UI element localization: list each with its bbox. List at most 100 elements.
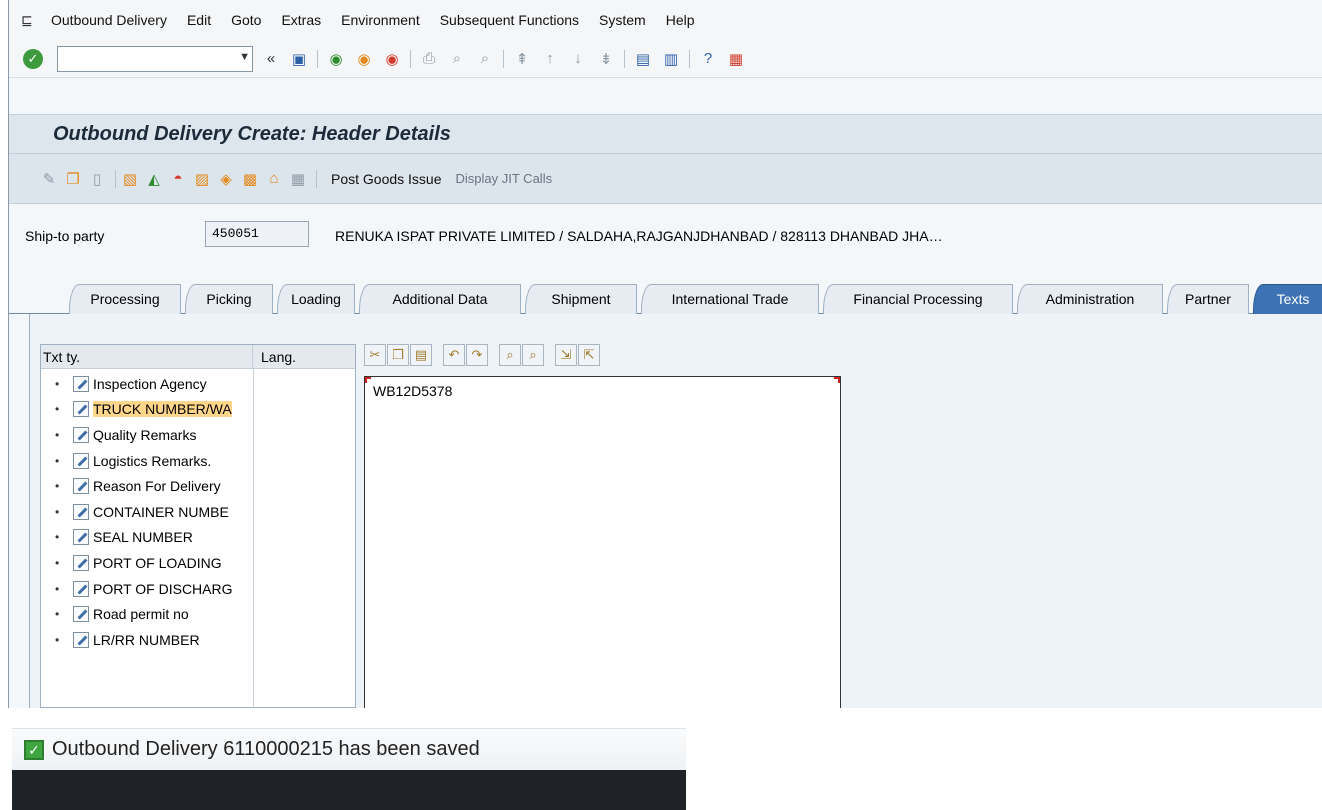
menu-bar: ⊑ Outbound Delivery Edit Goto Extras Env… <box>9 0 1322 40</box>
toolbar-separator <box>316 169 317 188</box>
find-icon[interactable]: ⌕ <box>447 49 467 69</box>
cut-icon[interactable]: ✂ <box>364 344 386 366</box>
enter-icon[interactable]: ✓ <box>23 48 43 69</box>
column-divider <box>253 369 254 708</box>
tab-processing[interactable]: Processing <box>69 284 181 314</box>
tree-bullet-icon: • <box>55 453 60 468</box>
undo-icon[interactable]: ↶ <box>443 344 465 366</box>
post-goods-issue-button[interactable]: Post Goods Issue <box>331 171 442 187</box>
tab-financial-processing[interactable]: Financial Processing <box>823 284 1013 314</box>
toolbar-separator <box>503 49 504 68</box>
text-type-item[interactable]: • Road permit no <box>41 601 253 627</box>
text-type-label: Quality Remarks <box>93 426 197 443</box>
text-type-item[interactable]: • PORT OF LOADING <box>41 550 253 576</box>
edit-text-icon <box>73 529 89 546</box>
menu-environment[interactable]: Environment <box>341 12 420 28</box>
text-editor-input[interactable] <box>365 377 840 708</box>
text-type-label: CONTAINER NUMBE <box>93 503 229 520</box>
menu-goto[interactable]: Goto <box>231 12 261 28</box>
editor-corner-marker <box>365 377 371 383</box>
command-input[interactable] <box>58 46 228 71</box>
create-session-icon[interactable]: ▤ <box>633 49 653 69</box>
item-overview-icon[interactable]: ▧ <box>120 169 140 189</box>
next-page-icon[interactable]: ↓ <box>568 49 588 69</box>
text-type-item[interactable]: • Quality Remarks <box>41 422 253 448</box>
text-type-item[interactable]: • Inspection Agency <box>41 371 253 397</box>
last-page-icon[interactable]: ⇟ <box>596 49 616 69</box>
prev-page-icon[interactable]: ↑ <box>540 49 560 69</box>
import-icon[interactable]: ⇲ <box>555 344 577 366</box>
picking-icon[interactable]: ▨ <box>192 169 212 189</box>
find-next-icon[interactable]: ⌕ <box>522 344 544 366</box>
display-change-icon[interactable]: ✎ <box>39 169 59 189</box>
menu-extras[interactable]: Extras <box>281 12 321 28</box>
save-icon[interactable]: ▣ <box>289 49 309 69</box>
system-menu-icon[interactable]: ⊑ <box>21 13 37 27</box>
help-icon[interactable]: ? <box>698 49 718 69</box>
menu-subsequent-functions[interactable]: Subsequent Functions <box>440 12 579 28</box>
column-text-type[interactable]: Txt ty. <box>41 345 253 369</box>
redo-icon[interactable]: ↷ <box>466 344 488 366</box>
chevron-down-icon[interactable]: ▼ <box>239 51 250 63</box>
toolbar-separator <box>689 49 690 68</box>
edit-text-icon <box>73 452 89 469</box>
ship-to-field[interactable]: 450051 <box>205 221 309 247</box>
text-type-label: TRUCK NUMBER/WA <box>93 401 232 418</box>
tab-additional-data[interactable]: Additional Data <box>359 284 521 314</box>
cancel-icon[interactable]: ◉ <box>382 49 402 69</box>
tab-picking[interactable]: Picking <box>185 284 273 314</box>
print-icon[interactable]: ⎙ <box>419 49 439 69</box>
delete-icon[interactable]: ▯ <box>87 169 107 189</box>
text-type-item[interactable]: • Reason For Delivery <box>41 473 253 499</box>
tab-international-trade[interactable]: International Trade <box>641 284 819 314</box>
tab-loading[interactable]: Loading <box>277 284 355 314</box>
text-type-item[interactable]: • PORT OF DISCHARG <box>41 576 253 602</box>
shortcut-icon[interactable]: ▥ <box>661 49 681 69</box>
find-icon[interactable]: ⌕ <box>499 344 521 366</box>
text-type-item[interactable]: • LR/RR NUMBER <box>41 627 253 653</box>
tree-bullet-icon: • <box>55 402 60 417</box>
tree-header: Txt ty. Lang. <box>41 345 355 369</box>
tab-administration[interactable]: Administration <box>1017 284 1163 314</box>
create-icon[interactable]: ❐ <box>63 169 83 189</box>
tab-strip: Processing Picking Loading Additional Da… <box>9 284 1322 314</box>
paste-icon[interactable]: ▤ <box>410 344 432 366</box>
status-bar: ✓ Outbound Delivery 6110000215 has been … <box>12 728 686 770</box>
application-toolbar: ✎ ❐ ▯ ▧ ◭ ◓ ▨ ◈ ▩ ⌂ ▦ Post Goods Issue D… <box>9 154 1322 204</box>
text-type-item[interactable]: • SEAL NUMBER <box>41 525 253 551</box>
text-type-item[interactable]: • CONTAINER NUMBE <box>41 499 253 525</box>
exit-icon[interactable]: ◉ <box>354 49 374 69</box>
change-flow-icon[interactable]: ⌂ <box>264 169 284 189</box>
edit-text-icon <box>73 503 89 520</box>
taskbar-strip <box>12 770 686 810</box>
text-type-item[interactable]: • Logistics Remarks. <box>41 448 253 474</box>
first-page-icon[interactable]: ⇞ <box>512 49 532 69</box>
layout-menu-icon[interactable]: ▦ <box>726 49 746 69</box>
tab-texts[interactable]: Texts <box>1253 284 1322 314</box>
menu-outbound-delivery[interactable]: Outbound Delivery <box>51 12 167 28</box>
partner-icon[interactable]: ◓ <box>168 169 188 189</box>
text-type-label: Reason For Delivery <box>93 478 221 495</box>
text-type-list: • Inspection Agency • TRUCK NUMBER/WA • Quali… <box>41 371 253 653</box>
header-overview-icon[interactable]: ◭ <box>144 169 164 189</box>
text-type-label: PORT OF DISCHARG <box>93 580 233 597</box>
menu-help[interactable]: Help <box>666 12 695 28</box>
batch-split-icon[interactable]: ▩ <box>240 169 260 189</box>
display-jit-calls-button[interactable]: Display JIT Calls <box>456 171 553 186</box>
back-arrows-icon[interactable]: « <box>261 49 281 69</box>
find-next-icon[interactable]: ⌕ <box>475 49 495 69</box>
tab-shipment[interactable]: Shipment <box>525 284 637 314</box>
menu-edit[interactable]: Edit <box>187 12 211 28</box>
tree-bullet-icon: • <box>55 504 60 519</box>
export-icon[interactable]: ⇱ <box>578 344 600 366</box>
menu-system[interactable]: System <box>599 12 646 28</box>
doc-flow-icon[interactable]: ▦ <box>288 169 308 189</box>
command-field[interactable]: ▼ <box>57 45 253 72</box>
text-editor[interactable] <box>364 376 841 708</box>
copy-icon[interactable]: ❐ <box>387 344 409 366</box>
package-icon[interactable]: ◈ <box>216 169 236 189</box>
column-language[interactable]: Lang. <box>253 345 357 369</box>
back-icon[interactable]: ◉ <box>326 49 346 69</box>
text-type-item[interactable]: • TRUCK NUMBER/WA <box>41 397 253 423</box>
tab-partner[interactable]: Partner <box>1167 284 1249 314</box>
